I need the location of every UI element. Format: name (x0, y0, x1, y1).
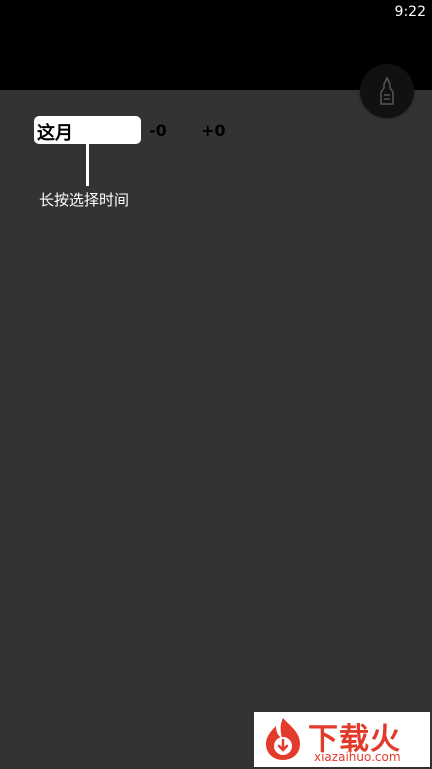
floating-action-button[interactable] (360, 64, 414, 118)
month-label: 这月 (37, 123, 73, 144)
flame-logo-icon (266, 718, 300, 760)
month-selector[interactable]: 这月 (34, 116, 141, 144)
hint-connector (86, 144, 89, 186)
hint-text: 长按选择时间 (39, 191, 130, 209)
watermark: 下载火 xiazaihuo.com (254, 712, 430, 767)
next-offset-button[interactable]: +0 (201, 121, 226, 140)
previous-offset-button[interactable]: -0 (149, 121, 167, 140)
bottle-icon (380, 76, 394, 105)
status-time: 9:22 (394, 4, 426, 20)
watermark-url: xiazaihuo.com (314, 750, 401, 764)
